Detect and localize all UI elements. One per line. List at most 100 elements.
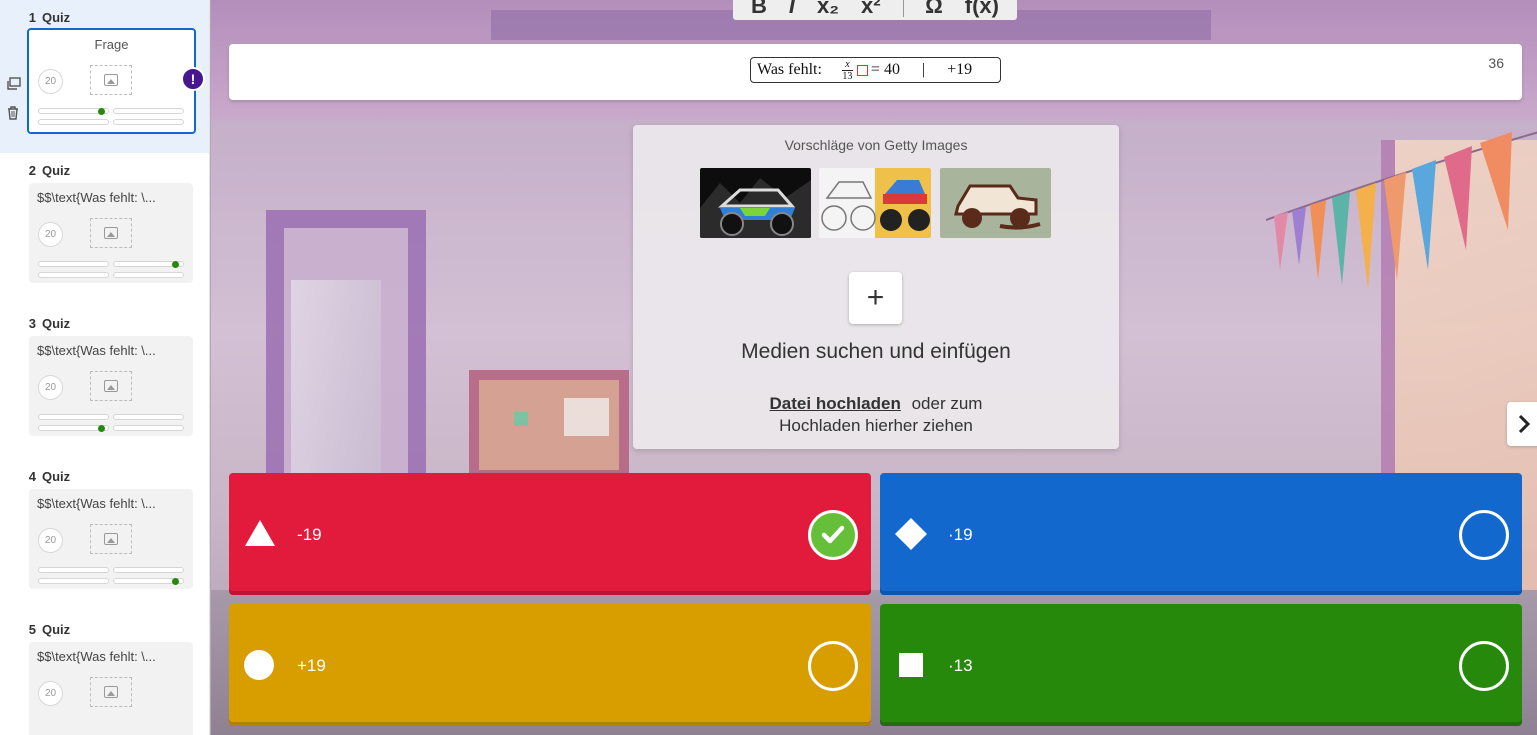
slide-title: $$\text{Was fehlt: \... <box>37 496 156 511</box>
slide-number: 3 <box>28 316 36 331</box>
triangle-icon <box>245 520 275 546</box>
formula-fraction: x 13 <box>841 58 853 82</box>
slide-title: $$\text{Was fehlt: \... <box>37 190 156 205</box>
upload-instructions: Datei hochladen oder zum Hochladen hierh… <box>633 393 1119 437</box>
media-panel: Vorschläge von Getty Images + Medien suc… <box>633 125 1119 449</box>
formula-equation: = 40 <box>870 61 900 78</box>
upload-text-1: oder zum <box>911 394 983 413</box>
suggested-image-utv[interactable] <box>700 168 811 238</box>
slide-thumbnail[interactable]: Frage 20 <box>27 28 196 134</box>
jeep-illustration <box>954 184 1041 230</box>
answer-4[interactable]: ·13 <box>880 604 1522 726</box>
fraction-denominator: 13 <box>842 70 853 82</box>
answer-bar <box>38 272 109 278</box>
next-panel-button[interactable] <box>1507 402 1537 446</box>
italic-button[interactable]: I <box>789 0 795 17</box>
add-media-button[interactable]: + <box>849 272 902 324</box>
image-icon <box>104 533 118 545</box>
background-paper <box>564 398 609 436</box>
media-title: Medien suchen und einfügen <box>741 340 1011 363</box>
answer-bar <box>113 425 184 431</box>
slide-number: 5 <box>28 622 36 637</box>
char-counter: 36 <box>1488 55 1504 71</box>
fraction-numerator: x <box>845 58 850 70</box>
duplicate-icon[interactable] <box>6 77 22 91</box>
slide-thumbnail[interactable]: $$\text{Was fehlt: \... 20 <box>29 642 193 735</box>
slide-header: 5 Quiz <box>22 622 70 637</box>
answer-3[interactable]: +19 <box>229 604 871 726</box>
circle-icon <box>244 650 274 680</box>
chevron-right-icon <box>1518 414 1531 434</box>
special-chars-button[interactable]: Ω <box>925 0 943 17</box>
utv-illustration <box>700 178 811 238</box>
timer-badge: 20 <box>38 681 63 706</box>
placeholder-box <box>856 64 868 76</box>
background-note <box>514 412 528 426</box>
slide-title: $$\text{Was fehlt: \... <box>37 343 156 358</box>
answer-text[interactable]: -19 <box>297 525 322 545</box>
image-placeholder <box>90 218 132 248</box>
slide-title: Frage <box>94 37 129 52</box>
question-input[interactable]: Was fehlt: x 13 = 40 | +19 36 <box>229 44 1522 100</box>
editor-canvas: B I x₂ x² Ω f(x) Was fehlt: x 13 = 40 | … <box>211 0 1537 735</box>
timer-badge: 20 <box>38 528 63 553</box>
slide-number: 4 <box>28 469 36 484</box>
answer-bar <box>113 272 184 278</box>
bold-button[interactable]: B <box>751 0 767 17</box>
suggested-image-monster-truck[interactable] <box>819 168 931 238</box>
correct-toggle[interactable] <box>808 510 858 560</box>
image-icon <box>104 74 118 86</box>
answer-2[interactable]: ·19 <box>880 473 1522 595</box>
background-pinboard <box>469 370 629 480</box>
slide-type: Quiz <box>42 10 71 25</box>
answer-text[interactable]: +19 <box>297 656 326 676</box>
formula-prefix: Was fehlt: <box>757 61 822 78</box>
slide-thumbnail[interactable]: $$\text{Was fehlt: \... 20 <box>29 336 193 436</box>
slide-item-5[interactable]: 5 Quiz $$\text{Was fehlt: \... 20 <box>0 612 209 735</box>
correct-toggle[interactable] <box>1459 641 1509 691</box>
slide-item-4[interactable]: 4 Quiz $$\text{Was fehlt: \... 20 <box>0 459 209 612</box>
answer-text[interactable]: ·13 <box>948 656 973 676</box>
image-icon <box>104 227 118 239</box>
answer-bar <box>113 414 184 420</box>
warning-badge[interactable]: ! <box>181 67 205 91</box>
delete-icon[interactable] <box>6 105 20 120</box>
math-formula[interactable]: Was fehlt: x 13 = 40 | +19 <box>750 57 1001 83</box>
slide-tools <box>6 77 22 120</box>
answer-bar <box>38 119 109 125</box>
answer-text[interactable]: ·19 <box>948 525 973 545</box>
slide-header: 1 Quiz <box>22 10 70 25</box>
answer-bar <box>38 578 109 584</box>
slide-type: Quiz <box>42 469 71 484</box>
upload-text-2: Hochladen hierher ziehen <box>779 416 973 435</box>
slide-header: 2 Quiz <box>22 163 70 178</box>
slide-sidebar: 1 Quiz Frage 20 ! 2 Quiz $$\text{Was feh… <box>0 0 210 735</box>
function-button[interactable]: f(x) <box>965 0 999 17</box>
timer-badge: 20 <box>38 375 63 400</box>
format-toolbar: B I x₂ x² Ω f(x) <box>733 0 1017 20</box>
formula-hint: +19 <box>947 61 973 78</box>
image-placeholder <box>90 524 132 554</box>
subscript-button[interactable]: x₂ <box>817 0 839 17</box>
correct-dot <box>172 261 179 268</box>
slide-number: 1 <box>28 10 36 25</box>
diamond-icon <box>895 518 927 550</box>
slide-item-1[interactable]: 1 Quiz Frage 20 ! <box>0 0 209 153</box>
slide-item-2[interactable]: 2 Quiz $$\text{Was fehlt: \... 20 <box>0 153 209 306</box>
answer-1[interactable]: -19 <box>229 473 871 595</box>
slide-type: Quiz <box>42 622 71 637</box>
correct-toggle[interactable] <box>1459 510 1509 560</box>
slide-thumbnail[interactable]: $$\text{Was fehlt: \... 20 <box>29 183 193 283</box>
toolbar-divider <box>902 0 904 17</box>
suggested-image-jeep[interactable] <box>940 168 1051 238</box>
image-placeholder <box>90 677 132 707</box>
formula-separator: | <box>921 61 926 78</box>
correct-toggle[interactable] <box>808 641 858 691</box>
slide-type: Quiz <box>42 316 71 331</box>
slide-thumbnail[interactable]: $$\text{Was fehlt: \... 20 <box>29 489 193 589</box>
checkmark-icon <box>821 525 845 544</box>
slide-header: 3 Quiz <box>22 316 70 331</box>
superscript-button[interactable]: x² <box>861 0 881 17</box>
slide-item-3[interactable]: 3 Quiz $$\text{Was fehlt: \... 20 <box>0 306 209 459</box>
upload-file-link[interactable]: Datei hochladen <box>770 394 901 413</box>
